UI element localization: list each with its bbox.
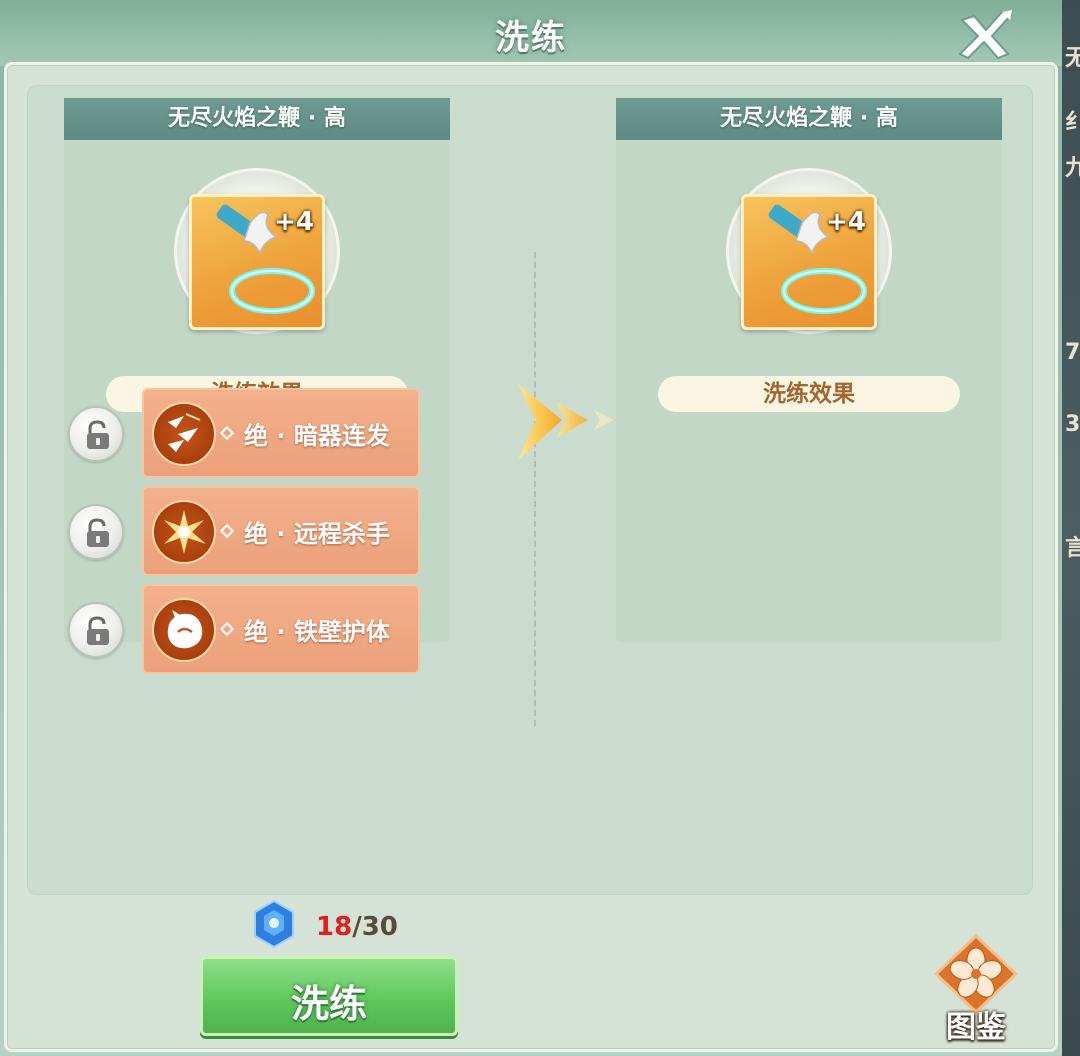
effect-card[interactable]: 绝 · 铁壁护体	[142, 584, 420, 674]
item-level-label: +4	[826, 207, 866, 237]
gem-icon	[254, 899, 294, 949]
effect-row: 绝 · 铁壁护体	[68, 584, 422, 674]
bg-char: 纟	[1065, 110, 1080, 135]
codex-button-label: 图鉴	[946, 1010, 1006, 1045]
shield-creature-icon	[152, 598, 216, 662]
burst-icon	[152, 500, 216, 564]
result-item-column: 无尽火焰之鞭 · 高 +4 洗练效果	[616, 98, 1002, 642]
current-item-icon[interactable]: +4	[189, 194, 325, 330]
bg-char: 7	[1065, 340, 1080, 365]
bg-char: 无	[1065, 46, 1080, 71]
cost-counter: 18/30	[316, 912, 398, 942]
column-divider	[534, 252, 536, 726]
darts-icon	[152, 402, 216, 466]
effect-row: 绝 · 暗器连发	[68, 388, 422, 478]
refine-panel: 无尽火焰之鞭 · 高 +4 洗练效果	[4, 62, 1058, 1052]
effect-name: 绝 · 铁壁护体	[244, 618, 390, 646]
effect-header: 洗练效果	[658, 376, 960, 412]
effect-row: 绝 · 远程杀手	[68, 486, 422, 576]
close-icon	[958, 10, 1012, 60]
refine-button[interactable]: 洗练	[200, 956, 458, 1036]
unlocked-padlock-icon	[87, 420, 109, 449]
comparison-area: 无尽火焰之鞭 · 高 +4 洗练效果	[27, 85, 1033, 895]
window-header: 洗练	[0, 0, 1062, 66]
cost-total: 30	[361, 912, 398, 942]
unlocked-padlock-icon	[87, 616, 109, 645]
item-level-label: +4	[274, 207, 314, 237]
lock-toggle-button[interactable]	[68, 602, 124, 658]
background-scene-edge: 无 纟 九 7 3 言	[1062, 0, 1080, 1056]
bg-char: 言	[1065, 536, 1080, 561]
bg-char: 3	[1065, 412, 1080, 437]
codex-button[interactable]: 图鉴	[922, 930, 1030, 1046]
bg-char: 九	[1065, 156, 1080, 181]
unlocked-padlock-icon	[87, 518, 109, 547]
bullet-diamond	[219, 621, 235, 637]
window-title: 洗练	[495, 18, 567, 58]
effect-card[interactable]: 绝 · 暗器连发	[142, 388, 420, 478]
bullet-diamond	[219, 523, 235, 539]
bullet-diamond	[219, 425, 235, 441]
lock-toggle-button[interactable]	[68, 406, 124, 462]
result-item-icon[interactable]: +4	[741, 194, 877, 330]
cost-separator: /	[352, 912, 362, 942]
close-button[interactable]	[952, 6, 1018, 62]
current-item-name: 无尽火焰之鞭 · 高	[64, 98, 450, 140]
effect-name: 绝 · 远程杀手	[244, 520, 390, 548]
effect-name: 绝 · 暗器连发	[244, 422, 390, 450]
result-item-name: 无尽火焰之鞭 · 高	[616, 98, 1002, 140]
cost-current: 18	[316, 912, 353, 942]
effect-card[interactable]: 绝 · 远程杀手	[142, 486, 420, 576]
refine-button-label: 洗练	[290, 982, 367, 1026]
lock-toggle-button[interactable]	[68, 504, 124, 560]
